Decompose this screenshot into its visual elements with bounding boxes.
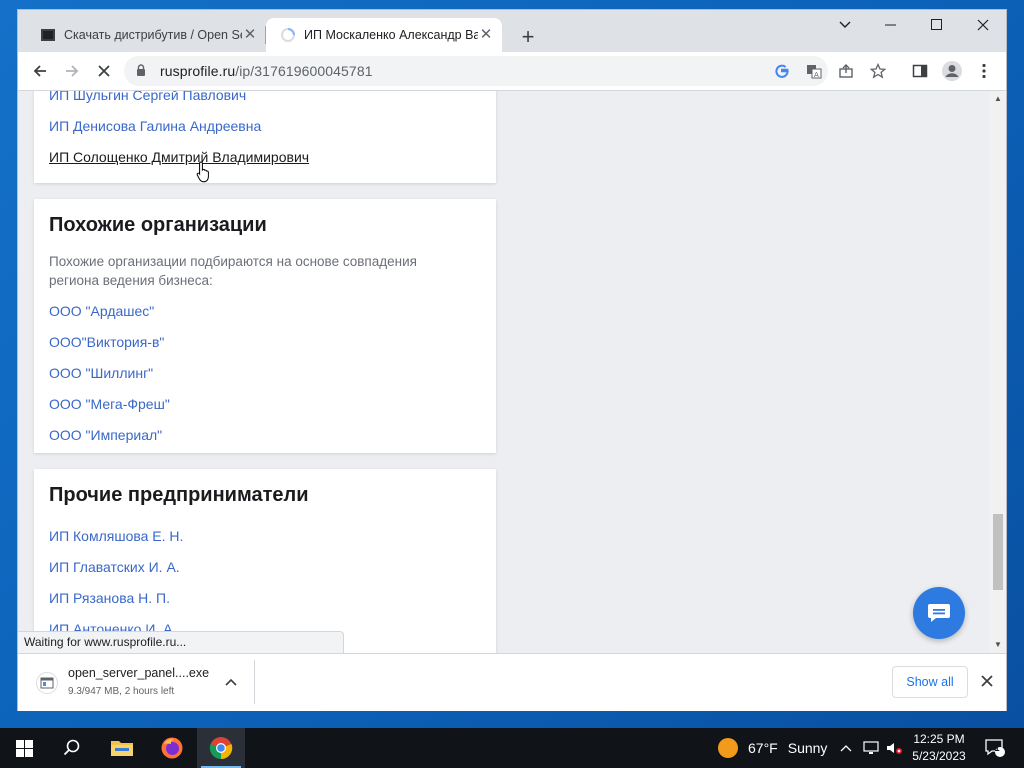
page-scrollbar[interactable]: ▲ ▼ [990, 91, 1006, 653]
other-entrepreneurs-card: Прочие предприниматели ИП Комляшова Е. Н… [34, 469, 496, 653]
scroll-down-icon[interactable]: ▼ [990, 637, 1006, 653]
profile-avatar-icon[interactable] [938, 57, 966, 85]
download-item[interactable]: open_server_panel....exe 9.3/947 MB, 2 h… [32, 662, 252, 704]
menu-kebab-icon[interactable] [970, 57, 998, 85]
tab-rusprofile[interactable]: ИП Москаленко Александр Вал ✕ [266, 18, 502, 52]
share-icon[interactable] [836, 61, 856, 81]
list-item[interactable]: ООО "Шиллинг" [49, 365, 153, 381]
taskbar: 67°F Sunny 12:25 PM 5/23/2023 1 [0, 728, 1024, 768]
list-item[interactable]: ИП Главатских И. А. [49, 559, 180, 575]
address-url: rusprofile.ru/ip/317619600045781 [160, 63, 373, 79]
close-downloads-icon[interactable] [976, 670, 998, 692]
system-clock[interactable]: 12:25 PM 5/23/2023 [904, 731, 974, 765]
installer-file-icon [36, 672, 58, 694]
windows-start-icon[interactable] [0, 728, 48, 768]
volume-muted-icon[interactable] [884, 728, 904, 768]
status-bubble: Waiting for www.rusprofile.ru... [18, 631, 344, 653]
side-panel-icon[interactable] [906, 57, 934, 85]
maximize-icon[interactable] [914, 10, 960, 40]
list-item[interactable]: ООО"Виктория-в" [49, 334, 164, 350]
scroll-up-icon[interactable]: ▲ [990, 91, 1006, 107]
similar-organizations-card: Похожие организации Похожие организации … [34, 199, 496, 453]
download-file-name: open_server_panel....exe [68, 666, 210, 680]
list-item[interactable]: ИП Комляшова Е. Н. [49, 528, 183, 544]
lock-icon[interactable] [136, 64, 146, 82]
tab-title: ИП Москаленко Александр Вал [304, 28, 478, 42]
chevron-up-icon[interactable] [836, 728, 856, 768]
entrepreneurs-card-top: ИП Шульгин Сергей Павлович ИП Денисова Г… [34, 91, 496, 183]
chevron-up-icon[interactable] [222, 674, 240, 692]
tab-search-icon[interactable] [822, 10, 868, 40]
stop-loading-icon[interactable] [90, 57, 118, 85]
minimize-icon[interactable] [868, 10, 914, 40]
list-item[interactable]: ИП Денисова Галина Андреевна [49, 118, 261, 134]
show-all-button[interactable]: Show all [892, 666, 968, 698]
download-progress-text: 9.3/947 MB, 2 hours left [68, 686, 175, 697]
list-item[interactable]: ИП Шульгин Сергей Павлович [49, 91, 246, 103]
svg-text:A: A [814, 71, 819, 79]
section-description: Похожие организации подбираются на основ… [49, 254, 417, 288]
tab-open-server[interactable]: Скачать дистрибутив / Open Serv ✕ [26, 18, 266, 52]
firefox-icon[interactable] [148, 728, 196, 768]
sun-icon [718, 738, 738, 758]
browser-window: Скачать дистрибутив / Open Serv ✕ ИП Мос… [18, 10, 1006, 711]
section-heading: Похожие организации [49, 214, 267, 236]
bookmark-star-icon[interactable] [868, 61, 888, 81]
downloads-bar: open_server_panel....exe 9.3/947 MB, 2 h… [18, 653, 1006, 711]
notification-count-badge: 1 [994, 743, 1000, 753]
notification-center-icon[interactable]: 1 [980, 728, 1010, 768]
section-heading: Прочие предприниматели [49, 484, 309, 506]
chat-button[interactable] [913, 587, 965, 639]
close-tab-icon[interactable]: ✕ [242, 27, 258, 43]
url-host: rusprofile.ru [160, 63, 236, 79]
chat-bubble-icon [928, 604, 950, 622]
close-window-icon[interactable] [960, 10, 1006, 40]
close-tab-icon[interactable]: ✕ [478, 27, 494, 43]
translate-icon[interactable]: A [804, 61, 824, 81]
chrome-icon[interactable] [197, 728, 245, 768]
weather-condition: Sunny [787, 740, 828, 756]
weather-widget[interactable]: 67°F Sunny [718, 728, 827, 768]
terminal-icon [40, 27, 56, 43]
list-item[interactable]: ИП Солощенко Дмитрий Владимирович [49, 149, 309, 165]
search-icon[interactable] [48, 728, 96, 768]
page-viewport: ИП Шульгин Сергей Павлович ИП Денисова Г… [18, 91, 1006, 653]
url-path: /ip/317619600045781 [235, 63, 373, 79]
new-tab-button[interactable]: + [514, 24, 542, 52]
google-icon[interactable] [772, 61, 792, 81]
list-item[interactable]: ООО "Ардашес" [49, 303, 154, 319]
forward-icon[interactable] [58, 57, 86, 85]
download-separator [254, 660, 255, 704]
file-explorer-icon[interactable] [98, 728, 146, 768]
address-bar[interactable]: rusprofile.ru/ip/317619600045781 A [124, 56, 886, 86]
loading-spinner-icon [280, 27, 296, 43]
scrollbar-thumb[interactable] [993, 514, 1003, 590]
list-item[interactable]: ООО "Империал" [49, 427, 162, 443]
clock-date: 5/23/2023 [912, 749, 966, 763]
browser-toolbar: rusprofile.ru/ip/317619600045781 A [18, 52, 1006, 91]
tab-strip: Скачать дистрибутив / Open Serv ✕ ИП Мос… [18, 10, 1006, 52]
tab-title: Скачать дистрибутив / Open Serv [64, 28, 242, 42]
hand-cursor-icon [196, 161, 212, 188]
back-icon[interactable] [26, 57, 54, 85]
network-icon[interactable] [860, 728, 882, 768]
list-item[interactable]: ООО "Мега-Фреш" [49, 396, 170, 412]
weather-temperature: 67°F [748, 740, 778, 756]
clock-time: 12:25 PM [913, 732, 965, 746]
list-item[interactable]: ИП Рязанова Н. П. [49, 590, 170, 606]
